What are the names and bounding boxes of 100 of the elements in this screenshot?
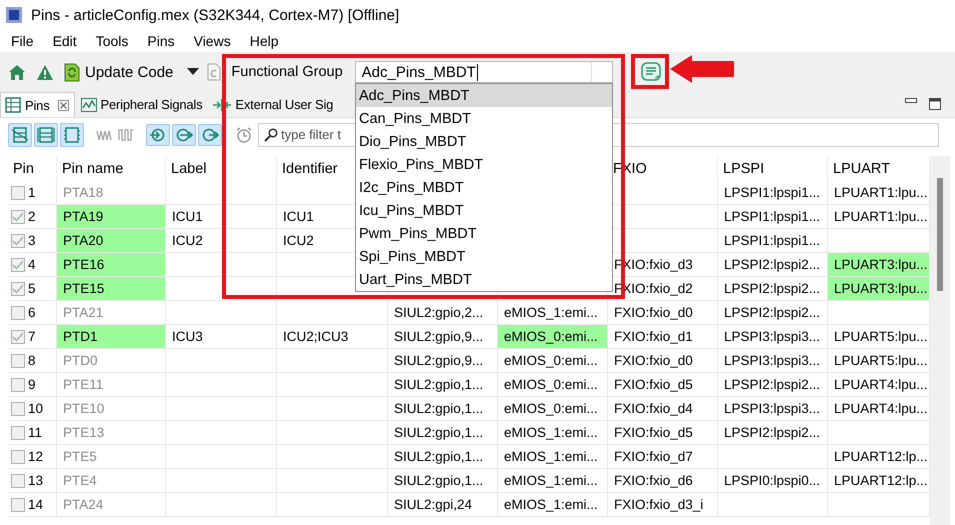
menu-item[interactable]: Edit xyxy=(44,33,85,49)
column-header[interactable]: LPSPI xyxy=(718,156,828,181)
table-cell: ICU2;ICU3 xyxy=(277,325,388,349)
table-cell: LPSPI0:lpspi0... xyxy=(718,469,828,493)
table-cell: LPSPI2:lpspi2... xyxy=(718,373,828,397)
table-cell: FXIO:fxio_d4 xyxy=(608,397,718,421)
table-cell: eMIOS_1:emi... xyxy=(498,469,608,493)
table-cell: PTE5 xyxy=(57,445,166,469)
table-cell: FXIO:fxio_d0 xyxy=(608,349,718,373)
checkbox[interactable] xyxy=(11,450,25,464)
table-cell: SIUL2:gpio,9... xyxy=(388,349,498,373)
update-code-button[interactable]: Update Code xyxy=(64,62,174,82)
checkbox[interactable] xyxy=(11,186,25,200)
checkbox[interactable] xyxy=(11,306,25,320)
table-cell: PTD1 xyxy=(57,325,166,349)
maximize-icon[interactable] xyxy=(929,98,941,110)
warning-icon[interactable] xyxy=(36,64,54,80)
checkbox[interactable] xyxy=(11,474,25,488)
dropdown-item[interactable]: Can_Pins_MBDT xyxy=(356,107,612,130)
alarm-icon[interactable] xyxy=(236,126,252,142)
checkbox[interactable] xyxy=(11,330,25,344)
table-cell: LPSPI3:lpspi3... xyxy=(718,325,828,349)
minimize-icon[interactable] xyxy=(905,98,917,104)
pin-number: 4 xyxy=(28,257,36,272)
table-cell: eMIOS_0:emi... xyxy=(498,349,608,373)
arrow-through-icon[interactable] xyxy=(172,124,196,146)
table-cell: PTE10 xyxy=(57,397,166,421)
checkbox[interactable] xyxy=(11,354,25,368)
pin-number: 12 xyxy=(28,449,44,464)
table-cell: PTA24 xyxy=(57,493,166,517)
tick-icon xyxy=(12,260,24,270)
menu-item[interactable]: Pins xyxy=(139,33,183,49)
home-icon[interactable] xyxy=(8,64,26,80)
note-icon[interactable] xyxy=(640,62,661,82)
field-label: Functional Group xyxy=(231,64,343,80)
checkbox[interactable] xyxy=(11,402,25,416)
table-cell: eMIOS_1:emi... xyxy=(498,493,608,517)
table-cell: FXIO:fxio_d0 xyxy=(608,301,718,325)
close-icon[interactable] xyxy=(58,100,68,110)
menu-item[interactable]: Tools xyxy=(88,33,136,49)
table-cell: LPSPI3:lpspi3... xyxy=(718,349,828,373)
pin-number: 11 xyxy=(28,425,42,440)
column-header[interactable]: Label xyxy=(166,156,277,181)
chart-icon xyxy=(80,98,96,112)
table-cell: SIUL2:gpio,1... xyxy=(388,397,498,421)
menu-item[interactable]: Help xyxy=(242,33,286,49)
column-header[interactable]: Pin xyxy=(8,156,57,181)
arrow-in-icon[interactable] xyxy=(146,124,170,146)
table-cell: PTE16 xyxy=(57,253,166,277)
table-cell: PTD0 xyxy=(57,349,166,373)
group-combo-field[interactable]: Adc_Pins_MBDT xyxy=(354,61,613,83)
pin-number: 8 xyxy=(28,353,36,368)
table-cell: LPSPI2:lpspi2... xyxy=(718,421,828,445)
pin-number: 2 xyxy=(28,209,36,224)
pin-number: 3 xyxy=(28,233,36,248)
arrows-icon xyxy=(213,98,232,112)
table-cell: LPSPI1:lpspi1... xyxy=(718,229,828,253)
view-tab[interactable]: Pins xyxy=(0,92,74,117)
table-cell: PTE11 xyxy=(57,373,166,397)
table-cell: ICU2 xyxy=(166,229,277,253)
checkbox[interactable] xyxy=(11,378,25,392)
checkbox[interactable] xyxy=(11,234,25,248)
table-cell: PTA19 xyxy=(57,205,166,229)
dropdown-item[interactable]: Dio_Pins_MBDT xyxy=(356,130,612,153)
table-cell: SIUL2:gpi,24 xyxy=(388,493,498,517)
table-cell: eMIOS_0:emi... xyxy=(498,325,608,349)
scrollbar[interactable] xyxy=(930,156,950,525)
view-tab[interactable]: Peripheral Signals xyxy=(76,92,208,117)
table-cell: eMIOS_0:emi... xyxy=(498,397,608,421)
caret-icon[interactable] xyxy=(187,68,200,76)
pin-number: 9 xyxy=(28,377,36,392)
columns-layout-icon[interactable] xyxy=(34,122,58,146)
checkbox[interactable] xyxy=(11,426,25,440)
view-tab[interactable]: External User Sig xyxy=(209,92,338,117)
pin-number: 7 xyxy=(28,329,36,344)
menu-item[interactable]: File xyxy=(3,33,42,49)
file-icon[interactable] xyxy=(207,63,222,81)
table-cell: PTE4 xyxy=(57,469,166,493)
table-cell: eMIOS_1:emi... xyxy=(498,445,608,469)
checkbox[interactable] xyxy=(11,210,25,224)
table-cell: LPUART3:lpu... xyxy=(828,277,930,301)
chip-layout-icon[interactable] xyxy=(60,122,84,146)
scrollbar-thumb[interactable] xyxy=(937,178,943,291)
checkbox[interactable] xyxy=(11,258,25,272)
table-cell: LPSPI1:lpspi1... xyxy=(718,205,828,229)
checkbox[interactable] xyxy=(11,282,25,296)
column-header[interactable]: Pin name xyxy=(57,156,166,181)
pin-number: 1 xyxy=(28,185,36,200)
table-cell: FXIO:fxio_d5 xyxy=(608,421,718,445)
group-menu[interactable]: Adc_Pins_MBDT Can_Pins_MBDT Dio_Pins_MBDT Flexio_Pins_MBDT I2c_Pins_MBDT Icu_Pins_MBDT Pwm_Pins_MBDT Spi_Pins_MBDT Uart_Pins_MBDT xyxy=(355,83,613,292)
table-cell: eMIOS_1:emi... xyxy=(498,421,608,445)
tick-icon xyxy=(12,236,24,246)
pin-number: 6 xyxy=(28,305,36,320)
dropdown-item[interactable]: Adc_Pins_MBDT xyxy=(356,84,612,107)
menu-item[interactable]: Views xyxy=(186,33,239,49)
table-cell: FXIO:fxio_d5 xyxy=(608,373,718,397)
arrow-out-icon[interactable] xyxy=(198,124,222,146)
table-cell: LPUART3:lpu... xyxy=(828,253,930,277)
rows-layout-icon[interactable] xyxy=(8,122,32,146)
checkbox[interactable] xyxy=(11,498,25,512)
